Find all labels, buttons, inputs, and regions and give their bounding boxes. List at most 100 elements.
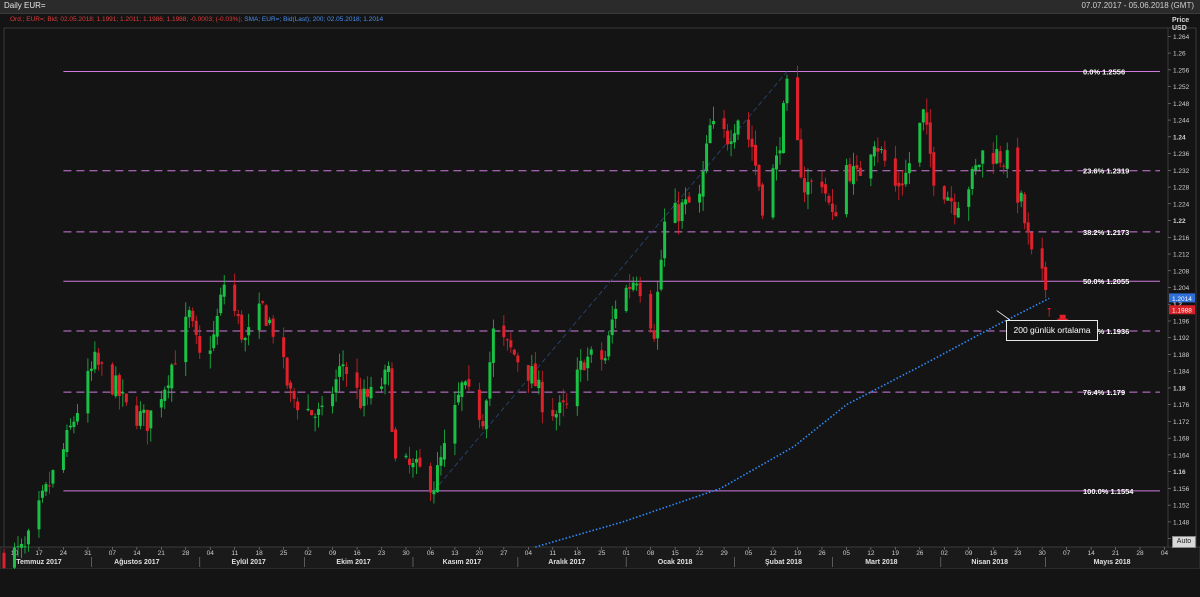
- candle-body: [453, 404, 457, 444]
- candle-body: [830, 203, 834, 213]
- candle-body: [823, 184, 827, 194]
- candle-body: [610, 319, 614, 336]
- candle-body: [736, 120, 740, 135]
- candle-body: [607, 335, 611, 357]
- candle-body: [285, 357, 289, 386]
- candle-body: [949, 197, 953, 202]
- candle-body: [138, 411, 142, 426]
- candle-body: [1005, 150, 1009, 169]
- candle-body: [855, 165, 859, 169]
- x-tick-label: 26: [818, 550, 826, 557]
- candle-body: [533, 363, 537, 387]
- candle-body: [879, 149, 883, 151]
- x-month-label: Aralık 2017: [548, 559, 585, 566]
- candle-body: [883, 149, 887, 161]
- candle-body: [869, 154, 873, 179]
- y-tick-label: 1.18: [1173, 385, 1186, 392]
- candle-body: [222, 284, 226, 297]
- y-tick-label: 1.228: [1173, 185, 1190, 192]
- price-axis-title: Price: [1172, 17, 1190, 24]
- candle-body: [292, 390, 296, 399]
- y-tick-label: 1.256: [1173, 67, 1190, 74]
- x-tick-label: 13: [451, 550, 459, 557]
- x-month-label: Eylül 2017: [232, 559, 266, 566]
- candle-body: [310, 410, 314, 416]
- fib-level-label: 50.0% 1.2055: [1083, 277, 1129, 286]
- auto-scale-button[interactable]: Auto: [1172, 536, 1196, 548]
- candle-body: [264, 305, 268, 326]
- candle-body: [897, 182, 901, 187]
- candle-body: [51, 470, 55, 484]
- y-tick-label: 1.24: [1173, 134, 1186, 141]
- candle-body: [1044, 266, 1048, 290]
- candle-body: [907, 163, 911, 174]
- candle-body: [124, 393, 128, 403]
- candle-body: [75, 413, 79, 422]
- x-tick-label: 01: [623, 550, 631, 557]
- x-tick-label: 14: [1087, 550, 1095, 557]
- candle-body: [516, 355, 520, 363]
- price-axis-header: Price USD: [1172, 17, 1189, 33]
- candle-body: [851, 166, 855, 185]
- candle-body: [970, 168, 974, 189]
- candle-body: [785, 78, 789, 104]
- candle-body: [537, 379, 541, 389]
- fib-level-label: 100.0% 1.1554: [1083, 487, 1134, 496]
- y-tick-label: 1.168: [1173, 436, 1190, 443]
- candle-body: [442, 443, 446, 460]
- candle-body: [1047, 308, 1051, 310]
- candle-body: [687, 196, 691, 203]
- candle-body: [173, 363, 177, 365]
- candle-body: [589, 349, 593, 355]
- candle-body: [750, 138, 754, 147]
- candle-body: [170, 364, 174, 389]
- fib-level-label: 38.2% 1.2173: [1083, 228, 1129, 237]
- candle-body: [698, 193, 702, 203]
- candle-body: [925, 112, 929, 125]
- candle-body: [1019, 192, 1023, 202]
- x-tick-label: 14: [133, 550, 141, 557]
- x-tick-label: 19: [892, 550, 900, 557]
- y-tick-label: 1.204: [1173, 285, 1190, 292]
- candle-body: [135, 405, 139, 426]
- x-tick-label: 11: [231, 550, 238, 557]
- candle-body: [712, 121, 716, 125]
- x-month-label: Temmuz 2017: [16, 559, 61, 566]
- x-month-label: Nisan 2018: [971, 559, 1008, 566]
- candle-body: [1016, 147, 1020, 203]
- candle-body: [159, 399, 163, 408]
- candle-body: [603, 358, 607, 361]
- candle-body: [491, 328, 495, 363]
- date-range-label: 07.07.2017 - 05.06.2018 (GMT): [1081, 1, 1194, 10]
- price-chart[interactable]: 1.1441.1481.1521.1561.161.1641.1681.1721…: [0, 14, 1200, 569]
- candle-body: [1030, 232, 1034, 250]
- candle-body: [708, 125, 712, 144]
- candle-body: [194, 320, 198, 335]
- y-tick-label: 1.176: [1173, 402, 1190, 409]
- candle-body: [439, 457, 443, 466]
- candle-body: [355, 372, 359, 388]
- candle-body: [953, 201, 957, 216]
- x-tick-label: 28: [182, 550, 190, 557]
- candle-body: [435, 465, 439, 493]
- candle-body: [722, 118, 726, 130]
- y-tick-label: 1.156: [1173, 486, 1190, 493]
- candle-body: [806, 182, 810, 195]
- x-tick-label: 24: [60, 550, 68, 557]
- y-tick-label: 1.192: [1173, 335, 1190, 342]
- y-tick-label: 1.164: [1173, 452, 1190, 459]
- candle-body: [918, 122, 922, 163]
- candle-body: [100, 362, 104, 364]
- candle-body: [215, 315, 219, 337]
- candle-body: [558, 402, 562, 413]
- candle-body: [575, 369, 579, 407]
- x-tick-label: 15: [672, 550, 680, 557]
- candle-body: [565, 403, 569, 405]
- candle-body: [981, 150, 985, 164]
- candle-body: [240, 314, 244, 340]
- candle-body: [40, 490, 44, 498]
- x-month-label: Mart 2018: [865, 559, 897, 566]
- y-tick-label: 1.16: [1173, 469, 1186, 476]
- candle-body: [404, 455, 408, 458]
- candle-body: [761, 184, 765, 216]
